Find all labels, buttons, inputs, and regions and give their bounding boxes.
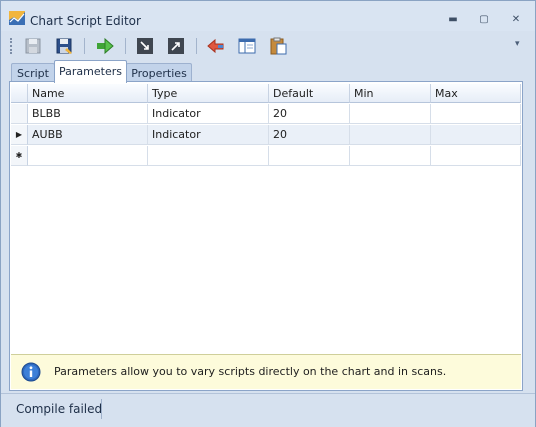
cell-type[interactable]: Indicator — [148, 104, 269, 124]
status-separator — [101, 399, 102, 419]
minimize-button[interactable]: ▬ — [442, 13, 464, 27]
new-row-indicator[interactable]: ✱ — [11, 146, 28, 166]
save-icon[interactable] — [23, 36, 43, 56]
status-bar: Compile failed — [1, 393, 535, 427]
new-row-cell-max[interactable] — [431, 146, 521, 166]
cell-default[interactable]: 20 — [269, 125, 350, 145]
layout-icon[interactable] — [237, 36, 257, 56]
tab-script[interactable]: Script — [11, 63, 55, 83]
close-button[interactable]: ✕ — [505, 13, 527, 27]
column-header-name[interactable]: Name — [28, 84, 148, 103]
cell-min[interactable] — [350, 104, 431, 124]
toolbar-separator — [84, 38, 85, 54]
cell-min[interactable] — [350, 125, 431, 145]
new-row-cell-min[interactable] — [350, 146, 431, 166]
new-row-cell-default[interactable] — [269, 146, 350, 166]
cell-max[interactable] — [431, 125, 521, 145]
cell-type[interactable]: Indicator — [148, 125, 269, 145]
save-as-icon[interactable] — [54, 36, 74, 56]
window-title: Chart Script Editor — [30, 14, 141, 28]
cell-name[interactable]: AUBB — [28, 125, 148, 145]
column-header-default[interactable]: Default — [269, 84, 350, 103]
row-header-corner — [11, 84, 28, 103]
toolbar-overflow-icon[interactable]: ▾ — [515, 39, 520, 49]
toolbar-grip[interactable] — [10, 38, 14, 54]
chart-icon — [9, 11, 25, 25]
paste-icon[interactable] — [268, 36, 288, 56]
info-text: Parameters allow you to vary scripts dir… — [54, 365, 447, 378]
parameters-panel: Name Type Default Min Max BLBB Indicator… — [9, 81, 523, 391]
column-header-max[interactable]: Max — [431, 84, 521, 103]
new-row-cell-type[interactable] — [148, 146, 269, 166]
column-header-type[interactable]: Type — [148, 84, 269, 103]
import-icon[interactable] — [135, 36, 155, 56]
new-row-cell-name[interactable] — [28, 146, 148, 166]
compile-icon[interactable] — [95, 36, 115, 56]
column-header-min[interactable]: Min — [350, 84, 431, 103]
info-icon — [21, 362, 41, 382]
chart-script-editor-window: Chart Script Editor ▬ ▢ ✕ ▾ Script Param… — [0, 0, 536, 427]
status-text: Compile failed — [16, 402, 103, 416]
cell-default[interactable]: 20 — [269, 104, 350, 124]
row-selector[interactable] — [11, 104, 28, 124]
current-row-indicator[interactable]: ▶ — [11, 125, 28, 145]
cell-name[interactable]: BLBB — [28, 104, 148, 124]
parameters-grid: Name Type Default Min Max BLBB Indicator… — [10, 82, 522, 350]
tab-properties[interactable]: Properties — [126, 63, 192, 83]
toolbar-separator — [125, 38, 126, 54]
undo-icon[interactable] — [206, 36, 226, 56]
title-bar[interactable]: Chart Script Editor ▬ ▢ ✕ — [1, 1, 535, 31]
restore-button[interactable]: ▢ — [473, 13, 495, 27]
tab-parameters[interactable]: Parameters — [54, 60, 127, 83]
cell-max[interactable] — [431, 104, 521, 124]
export-icon[interactable] — [166, 36, 186, 56]
info-banner: Parameters allow you to vary scripts dir… — [11, 354, 521, 389]
toolbar-separator — [196, 38, 197, 54]
